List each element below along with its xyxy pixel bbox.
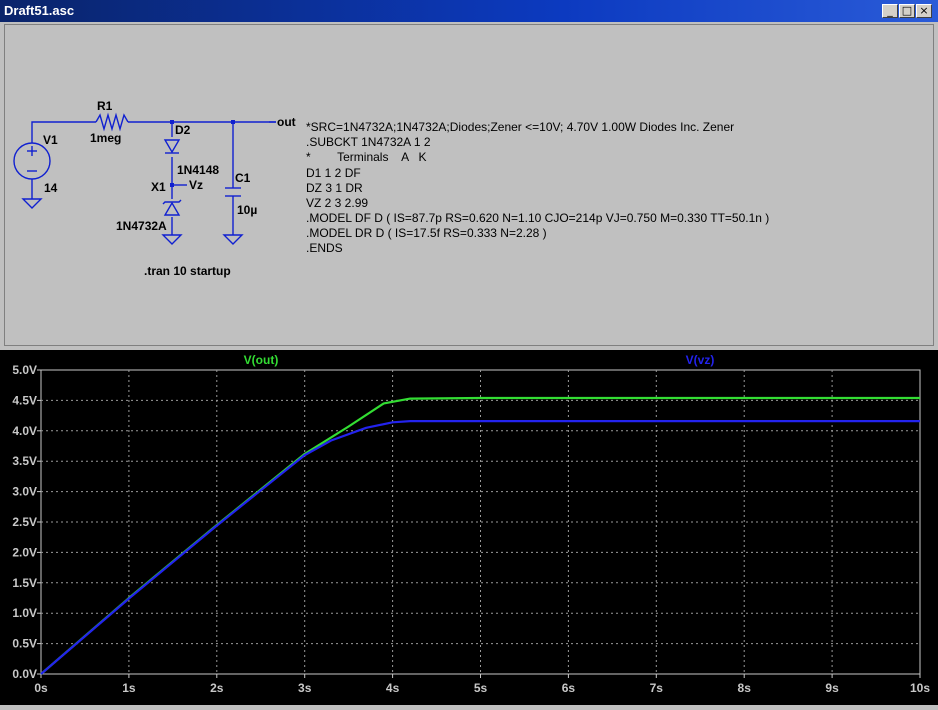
spice-line[interactable]: VZ 2 3 2.99 [306,196,368,210]
net-label-vz[interactable]: Vz [189,178,203,192]
x-tick-label: 0s [34,681,48,695]
x-tick-label: 4s [386,681,400,695]
y-tick-label: 0.0V [12,667,37,681]
x-tick-label: 6s [562,681,576,695]
window-title-bar[interactable]: Draft51.asc _ □ × [0,0,938,22]
maximize-icon[interactable]: □ [899,4,915,18]
ground-icon [222,234,244,245]
sim-directive[interactable]: .tran 10 startup [144,264,231,278]
resistor-r1 [95,112,129,132]
window-title: Draft51.asc [4,3,75,18]
label-r1[interactable]: R1 [97,99,113,113]
y-tick-label: 2.0V [12,545,37,559]
junction-dot [231,120,235,124]
y-tick-label: 4.5V [12,393,37,407]
x-tick-label: 3s [298,681,312,695]
minimize-icon[interactable]: _ [882,4,898,18]
legend-v-vz[interactable]: V(vz) [686,353,715,367]
ground-icon [161,234,183,245]
spice-line[interactable]: .ENDS [306,241,343,255]
x-tick-label: 5s [474,681,488,695]
net-label-out[interactable]: out [277,115,296,129]
x-tick-label: 10s [910,681,930,695]
label-r1-value[interactable]: 1meg [90,131,121,145]
label-x1[interactable]: X1 [151,180,166,194]
spice-line[interactable]: .MODEL DF D ( IS=87.7p RS=0.620 N=1.10 C… [306,211,769,225]
x-tick-label: 1s [122,681,136,695]
zener-x1 [163,201,181,216]
junction-dot [170,120,174,124]
label-x1-model[interactable]: 1N4732A [116,219,167,233]
x-tick-label: 7s [650,681,664,695]
schematic-pane[interactable]: R1 1meg V1 14 D2 1N4148 X1 1N4732A C1 10… [4,24,934,346]
diode-d2 [163,139,181,154]
wire [31,121,96,143]
spice-line[interactable]: D1 1 2 DF [306,166,361,180]
spice-directive-block: *SRC=1N4732A;1N4732A;Diodes;Zener <=10V;… [306,120,769,255]
y-tick-label: 4.0V [12,424,37,438]
legend-v-out[interactable]: V(out) [244,353,279,367]
spice-line[interactable]: .SUBCKT 1N4732A 1 2 [306,135,431,149]
x-tick-label: 9s [825,681,839,695]
y-tick-label: 2.5V [12,515,37,529]
y-tick-label: 0.5V [12,637,37,651]
y-tick-label: 3.0V [12,485,37,499]
label-d2[interactable]: D2 [175,123,191,137]
junction-dot [170,183,174,187]
label-v1[interactable]: V1 [43,133,58,147]
label-c1[interactable]: C1 [235,171,251,185]
spice-line[interactable]: DZ 3 1 DR [306,181,363,195]
y-tick-label: 3.5V [12,454,37,468]
close-icon[interactable]: × [916,4,932,18]
spice-line[interactable]: * Terminals A K [306,150,427,164]
y-tick-label: 1.0V [12,606,37,620]
label-v1-value[interactable]: 14 [44,181,58,195]
schematic-canvas[interactable]: R1 1meg V1 14 D2 1N4148 X1 1N4732A C1 10… [5,25,933,345]
y-tick-label: 1.5V [12,576,37,590]
spice-line[interactable]: .MODEL DR D ( IS=17.5f RS=0.333 N=2.28 ) [306,226,547,240]
x-tick-label: 8s [738,681,752,695]
y-tick-label: 5.0V [12,363,37,377]
x-tick-label: 2s [210,681,224,695]
waveform-pane[interactable]: 0s 1s 2s 3s 4s 5s 6s 7s 8s 9s 10s 0.0V 0.5V 1.0V 1.5V… [0,350,938,705]
spice-line[interactable]: *SRC=1N4732A;1N4732A;Diodes;Zener <=10V;… [306,120,734,134]
ground-icon [21,198,43,209]
waveform-plot[interactable]: 0s 1s 2s 3s 4s 5s 6s 7s 8s 9s 10s 0.0V 0.5V 1.0V 1.5V… [0,350,938,705]
label-c1-value[interactable]: 10µ [237,203,257,217]
label-d2-model[interactable]: 1N4148 [177,163,219,177]
